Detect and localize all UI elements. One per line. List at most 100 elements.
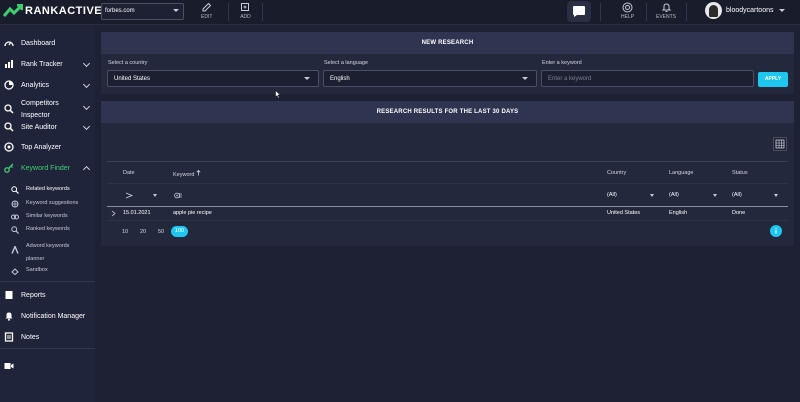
username: bloodycartoons — [726, 7, 774, 14]
sidebar-subitem-label: Related keywords — [26, 186, 70, 192]
logo-text-rank: RANK — [25, 5, 59, 17]
logo-text-active: ACTIVE — [58, 5, 103, 17]
help-button[interactable]: HELP — [621, 2, 634, 20]
page-size-50[interactable]: 50 — [158, 229, 164, 235]
info-icon — [775, 227, 777, 234]
sidebar-item-competitors-inspector[interactable]: Competitors Inspector — [0, 98, 95, 120]
chevron-right-icon[interactable] — [111, 210, 116, 217]
chevron-down-icon — [779, 9, 786, 12]
divider — [0, 348, 95, 349]
sidebar-subitem-label: Similar keywords — [26, 213, 68, 219]
column-header-date[interactable]: Date — [123, 170, 135, 176]
filter-search-icon[interactable] — [174, 192, 183, 199]
sidebar-item-label: Rank Tracker — [21, 60, 63, 68]
sidebar-item-label: Keyword Finder — [21, 164, 71, 172]
divider — [646, 3, 647, 21]
cell-country: United States — [607, 210, 641, 216]
chevron-down-icon[interactable] — [713, 194, 717, 197]
results-panel: RESEARCH RESULTS FOR THE LAST 30 DAYS Da… — [101, 101, 794, 246]
status-filter-value[interactable]: (All) — [732, 192, 742, 198]
column-header-country[interactable]: Country — [607, 170, 626, 176]
sidebar-item-reports[interactable]: Reports — [0, 286, 95, 304]
sidebar-item-label: Analytics — [21, 81, 50, 89]
add-button[interactable]: ADD — [240, 2, 251, 20]
page-size-20[interactable]: 20 — [140, 229, 146, 235]
logo[interactable]: RANKACTIVE — [3, 4, 102, 18]
divider — [600, 3, 601, 21]
sidebar-item-label: Reports — [21, 291, 46, 299]
chevron-down-icon[interactable] — [774, 194, 778, 197]
audit-icon — [4, 122, 14, 132]
pie-chart-icon — [4, 80, 14, 90]
language-filter-value[interactable]: (All) — [669, 192, 679, 198]
add-project-icon — [241, 3, 249, 11]
adwords-icon — [11, 246, 19, 254]
mouse-cursor-icon — [275, 90, 281, 99]
avatar — [705, 2, 722, 19]
cell-date: 15.01.2021 — [123, 210, 151, 216]
events-label: EVENTS — [656, 14, 677, 20]
country-select-value: United States — [114, 76, 151, 82]
chevron-down-icon — [304, 77, 310, 80]
country-filter-value[interactable]: (All) — [607, 192, 617, 198]
language-select[interactable]: English — [323, 70, 537, 87]
chevron-down-icon — [522, 77, 528, 80]
sidebar-item-dashboard[interactable]: Dashboard — [0, 34, 95, 52]
project-select[interactable]: forbes.com — [101, 3, 184, 20]
edit-button[interactable]: EDIT — [201, 2, 212, 20]
project-select-value: forbes.com — [105, 8, 135, 14]
events-button[interactable]: EVENTS — [656, 2, 676, 20]
keyword-input[interactable]: Enter a keyword — [541, 70, 754, 87]
edit-label: EDIT — [201, 14, 213, 20]
user-menu[interactable]: bloodycartoons — [705, 2, 786, 19]
column-header-language[interactable]: Language — [669, 170, 693, 176]
chevron-down-icon[interactable] — [153, 194, 157, 197]
sidebar-subitem-adword-keywords-planner[interactable]: Adword keywords planner — [0, 240, 95, 264]
panel-title: NEW RESEARCH — [101, 32, 794, 54]
cell-status: Done — [732, 210, 746, 216]
greater-than-icon[interactable] — [125, 192, 133, 199]
bell-icon — [661, 3, 671, 12]
country-select[interactable]: United States — [107, 70, 319, 87]
column-header-keyword[interactable]: Keyword — [173, 169, 201, 178]
column-header-status[interactable]: Status — [732, 170, 748, 176]
sidebar-item-site-auditor[interactable]: Site Auditor — [0, 118, 95, 136]
sidebar-item-label: Site Auditor — [21, 123, 57, 131]
sidebar-item-rank-tracker[interactable]: Rank Tracker — [0, 55, 95, 73]
column-chooser-button[interactable] — [773, 137, 787, 151]
apply-button[interactable]: APPLY — [758, 72, 788, 87]
sidebar-item-label: Notes — [21, 333, 40, 341]
search-icon — [11, 226, 19, 234]
globe-icon — [11, 200, 19, 208]
chevron-up-icon — [82, 165, 91, 174]
video-icon[interactable] — [4, 362, 14, 370]
page-size-100[interactable]: 100 — [171, 226, 188, 237]
new-research-panel: NEW RESEARCH Select a country United Sta… — [101, 32, 794, 94]
panel-title: RESEARCH RESULTS FOR THE LAST 30 DAYS — [101, 101, 794, 123]
page-size-10[interactable]: 10 — [122, 229, 128, 235]
sidebar-item-notes[interactable]: Notes — [0, 328, 95, 346]
language-label: Select a language — [324, 60, 369, 66]
sidebar-item-label-line1: Competitors — [21, 100, 59, 107]
sidebar-item-analytics[interactable]: Analytics — [0, 76, 95, 94]
divider — [107, 161, 788, 162]
add-label: ADD — [240, 14, 251, 20]
cell-keyword: apple pie recipe — [173, 210, 212, 216]
column-header-keyword-label: Keyword — [173, 172, 195, 178]
search-icon — [11, 186, 19, 194]
table-row[interactable]: 15.01.2021 apple pie recipe United State… — [107, 207, 788, 220]
sidebar-item-keyword-finder[interactable]: Keyword Finder — [0, 159, 95, 177]
bar-chart-icon — [5, 60, 13, 68]
sidebar-subitem-label: Sandbox — [26, 267, 48, 273]
help-label: HELP — [621, 14, 635, 20]
chat-button[interactable] — [567, 1, 591, 22]
divider — [107, 220, 788, 221]
sidebar-item-top-analyzer[interactable]: Top Analyzer — [0, 138, 95, 156]
chevron-down-icon[interactable] — [650, 194, 654, 197]
target-icon — [4, 142, 14, 152]
top-bar: RANKACTIVE forbes.com EDIT ADD HELP EVEN… — [0, 0, 800, 25]
sidebar-item-notification-manager[interactable]: Notification Manager — [0, 307, 95, 325]
note-icon — [4, 332, 14, 342]
info-button[interactable] — [770, 225, 782, 237]
divider — [262, 3, 263, 21]
